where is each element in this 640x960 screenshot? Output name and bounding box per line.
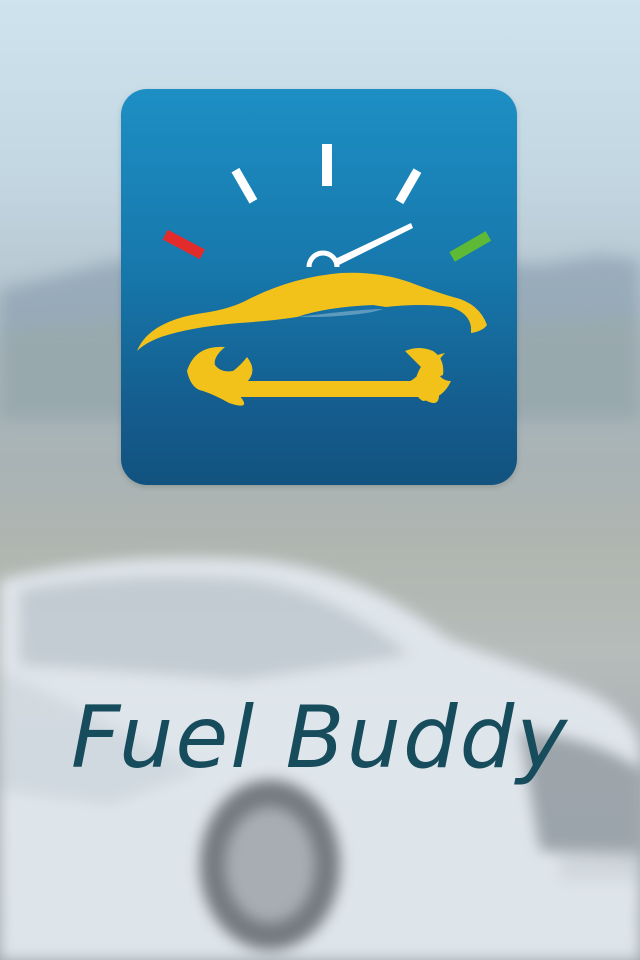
- fuel-buddy-logo-icon: [121, 89, 517, 485]
- app-title: Fuel Buddy: [70, 688, 570, 788]
- gauge-icon: [162, 144, 492, 268]
- wrench-icon: [187, 346, 451, 406]
- car-icon: [137, 272, 487, 351]
